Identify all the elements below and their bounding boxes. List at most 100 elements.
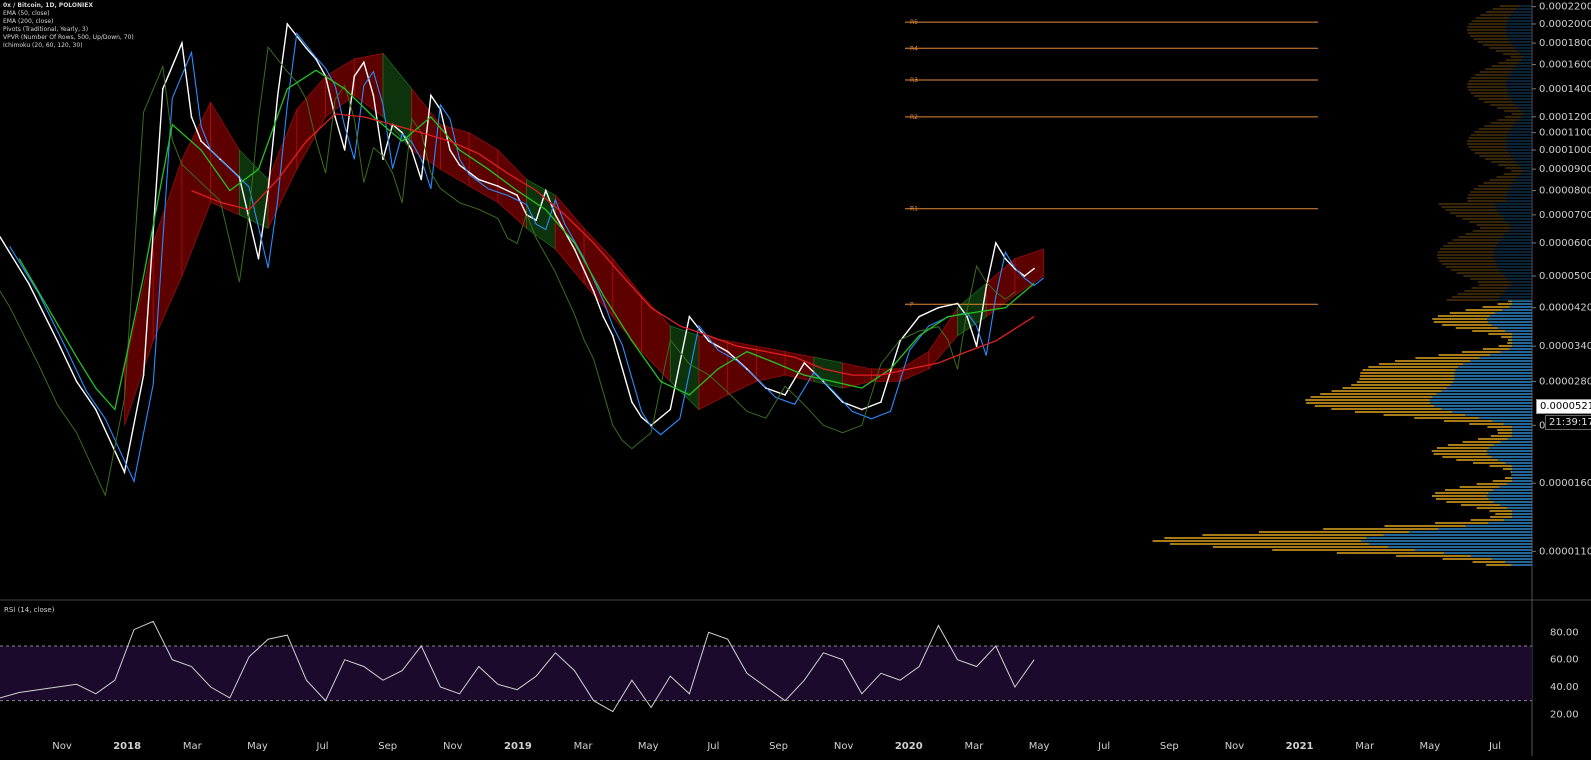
pivot-label-r1: R1 <box>910 206 918 213</box>
volume-profile-bar-up <box>1515 122 1532 124</box>
volume-profile-bar-down <box>1272 549 1416 551</box>
time-axis-label: Mar <box>1355 741 1375 752</box>
volume-profile-bar-up <box>1512 336 1532 338</box>
pivot-label-r5: R5 <box>910 19 918 26</box>
chart[interactable]: R5 R4 R3 R2 R1 P 0.00022000 0.00020000 0.000180… <box>0 0 1591 756</box>
volume-profile-bar-down <box>1383 414 1466 416</box>
volume-profile-bar-down <box>1495 50 1518 52</box>
current-price-tag: 0.00005215 <box>1536 399 1591 414</box>
volume-profile-bar-up <box>1444 552 1532 554</box>
price-axis-label: 0.00004200 <box>1539 303 1591 314</box>
volume-profile-bar-down <box>1484 125 1513 127</box>
volume-profile-bar-up <box>1436 393 1532 395</box>
time-axis-label: May <box>1420 741 1441 752</box>
volume-profile-bar-up <box>1430 402 1532 404</box>
volume-profile-bar-down <box>1510 56 1524 58</box>
price-point <box>985 286 988 289</box>
volume-profile-bar-down <box>1443 245 1497 247</box>
volume-profile-bar-down <box>1483 44 1513 46</box>
volume-profile-bar-up <box>1506 23 1532 25</box>
volume-profile-bar-down <box>1436 447 1490 449</box>
volume-profile-bar-up <box>1507 507 1532 509</box>
volume-profile-bar-up <box>1432 396 1532 398</box>
price-point <box>238 176 241 179</box>
volume-profile-bar-up <box>1506 137 1532 139</box>
price-point <box>94 408 97 411</box>
price-point <box>880 401 882 403</box>
volume-profile-bar-down <box>1467 83 1507 85</box>
price-point <box>765 387 767 389</box>
volume-profile-bar-down <box>1504 116 1522 118</box>
volume-profile-bar-up <box>1429 399 1532 401</box>
volume-profile-bar-up <box>1500 504 1532 506</box>
pivot-label-r2: R2 <box>910 114 918 121</box>
volume-profile-bar-down <box>1511 474 1512 476</box>
volume-profile-bar-up <box>1497 266 1532 268</box>
time-axis-label: Nov <box>52 741 72 752</box>
volume-profile-bar-down <box>1164 537 1367 539</box>
volume-profile-bar-up <box>1507 278 1532 280</box>
chart-svg[interactable]: R5 R4 R3 R2 R1 P 0.00022000 0.00020000 0.000180… <box>0 0 1591 756</box>
legend-vpvr[interactable]: VPVR (Number Of Rows, 500, Up/Down, 70) <box>3 34 134 42</box>
volume-profile-bar-up <box>1518 62 1532 64</box>
legend-pivots[interactable]: Pivots (Traditional, Yearly, 3) <box>3 26 134 34</box>
volume-profile-bar-down <box>1464 290 1505 292</box>
volume-profile-bar-down <box>1490 435 1512 437</box>
volume-profile-bar-down <box>1470 35 1508 37</box>
volume-profile-bar-down <box>1441 206 1496 208</box>
price-axis-label: 0.00002800 <box>1539 376 1591 387</box>
legend-ema200[interactable]: EMA (200, close) <box>3 18 134 26</box>
volume-profile-bar-up <box>1454 372 1532 374</box>
volume-profile-bar-down <box>1152 540 1362 542</box>
price-axis-label: 0.00006000 <box>1539 238 1591 249</box>
volume-profile-bar-up <box>1515 65 1532 67</box>
volume-profile-bar-down <box>1442 558 1492 560</box>
time-axis-label: 2020 <box>895 741 923 752</box>
price-point <box>631 401 633 403</box>
price-point <box>75 380 78 383</box>
price-point <box>257 257 260 260</box>
volume-profile-bar-down <box>1471 287 1508 289</box>
volume-profile-bar-up <box>1491 324 1532 326</box>
volume-profile-bar-up <box>1497 459 1532 461</box>
legend-ichimoku[interactable]: Ichimoku (20, 60, 120, 30) <box>3 42 134 50</box>
price-axis-label: 0.00018000 <box>1539 38 1591 49</box>
price-point <box>410 149 413 151</box>
rsi-title: RSI (14, close) <box>4 606 55 614</box>
volume-profile-bar-up <box>1512 182 1532 184</box>
volume-profile-bar-up <box>1512 339 1532 341</box>
volume-profile-bar-down <box>1467 86 1507 88</box>
volume-profile-bar-down <box>1437 257 1495 259</box>
legend-ema50[interactable]: EMA (50, close) <box>3 10 134 18</box>
volume-profile-bar-up <box>1523 113 1532 115</box>
volume-profile-bar-down <box>1469 221 1507 223</box>
volume-profile-bar-up <box>1494 444 1532 446</box>
legend-symbol[interactable]: 0x / Bitcoin, 1D, POLONIEX <box>3 2 134 10</box>
volume-profile-bar-up <box>1492 489 1532 491</box>
rsi-axis-label: 20.00 <box>1550 709 1579 720</box>
volume-profile-bar-up <box>1518 107 1532 109</box>
volume-profile-bar-up <box>1465 414 1532 416</box>
price-axis-label: 0.00001100 <box>1539 546 1591 557</box>
volume-profile-bar-up <box>1487 321 1532 323</box>
volume-profile-bar-up <box>1506 89 1532 91</box>
volume-profile-bar-down <box>1476 224 1510 226</box>
volume-profile-bar-down <box>1446 299 1498 301</box>
volume-profile-bar-up <box>1507 20 1532 22</box>
volume-profile-bar-down <box>1415 357 1480 359</box>
price-point <box>497 185 499 187</box>
volume-profile-bar-down <box>1503 173 1521 175</box>
volume-profile-bar-up <box>1505 233 1532 235</box>
price-point <box>995 242 997 244</box>
volume-profile-bar-up <box>1521 59 1532 61</box>
price-point <box>56 340 59 342</box>
price-point <box>612 334 614 337</box>
volume-profile-bar-up <box>1497 327 1532 329</box>
volume-profile-bar-up <box>1499 486 1532 488</box>
volume-profile-bar-up <box>1495 263 1532 265</box>
time-axis-label: Nov <box>1225 741 1245 752</box>
volume-profile-bar-up <box>1511 426 1532 428</box>
volume-profile-bar-down <box>1465 309 1503 311</box>
volume-profile-bar-up <box>1438 528 1532 530</box>
volume-profile-bar-down <box>1477 281 1511 283</box>
